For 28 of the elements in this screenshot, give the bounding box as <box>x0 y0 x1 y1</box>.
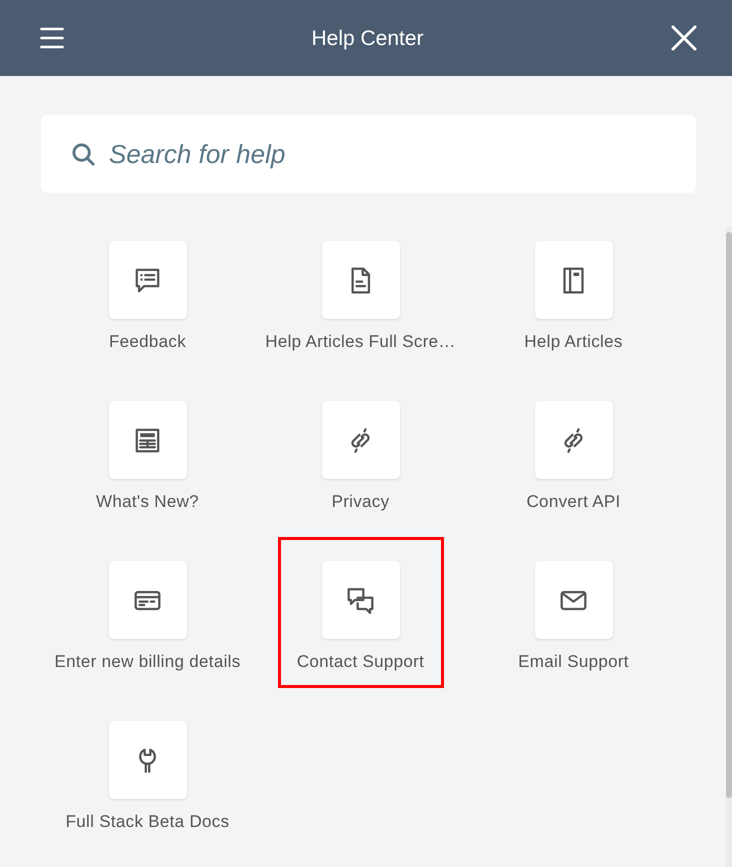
close-icon[interactable] <box>671 25 697 51</box>
tile-label: Help Articles Full Scre… <box>265 331 456 353</box>
tile-label: Privacy <box>332 491 390 513</box>
tile-label: Feedback <box>108 331 186 353</box>
speech-bubble-icon <box>134 266 161 294</box>
tile-button[interactable] <box>108 561 186 639</box>
tile-label: Enter new billing details <box>54 651 241 673</box>
tile-label: Help Articles <box>524 331 623 353</box>
tile-label: Email Support <box>518 651 629 673</box>
newspaper-icon <box>134 426 161 454</box>
tile-button[interactable] <box>322 561 400 639</box>
tile-button[interactable] <box>322 241 400 319</box>
tile-button[interactable] <box>322 401 400 479</box>
tile-label: Convert API <box>526 491 620 513</box>
search-icon <box>72 143 95 166</box>
tile-label: Contact Support <box>296 651 424 673</box>
tile-button[interactable] <box>534 401 612 479</box>
search-field[interactable]: Search for help <box>41 115 696 193</box>
tile-button[interactable] <box>534 561 612 639</box>
tile-label: What's New? <box>96 491 199 513</box>
header-title: Help Center <box>311 28 424 48</box>
tile-button[interactable] <box>108 721 186 799</box>
menu-icon[interactable] <box>40 27 64 49</box>
tile-button[interactable] <box>534 241 612 319</box>
chat-bubbles-icon <box>347 586 374 614</box>
tile-label: Full Stack Beta Docs <box>66 811 230 833</box>
tile-button[interactable] <box>108 401 186 479</box>
tile-button[interactable] <box>108 241 186 319</box>
